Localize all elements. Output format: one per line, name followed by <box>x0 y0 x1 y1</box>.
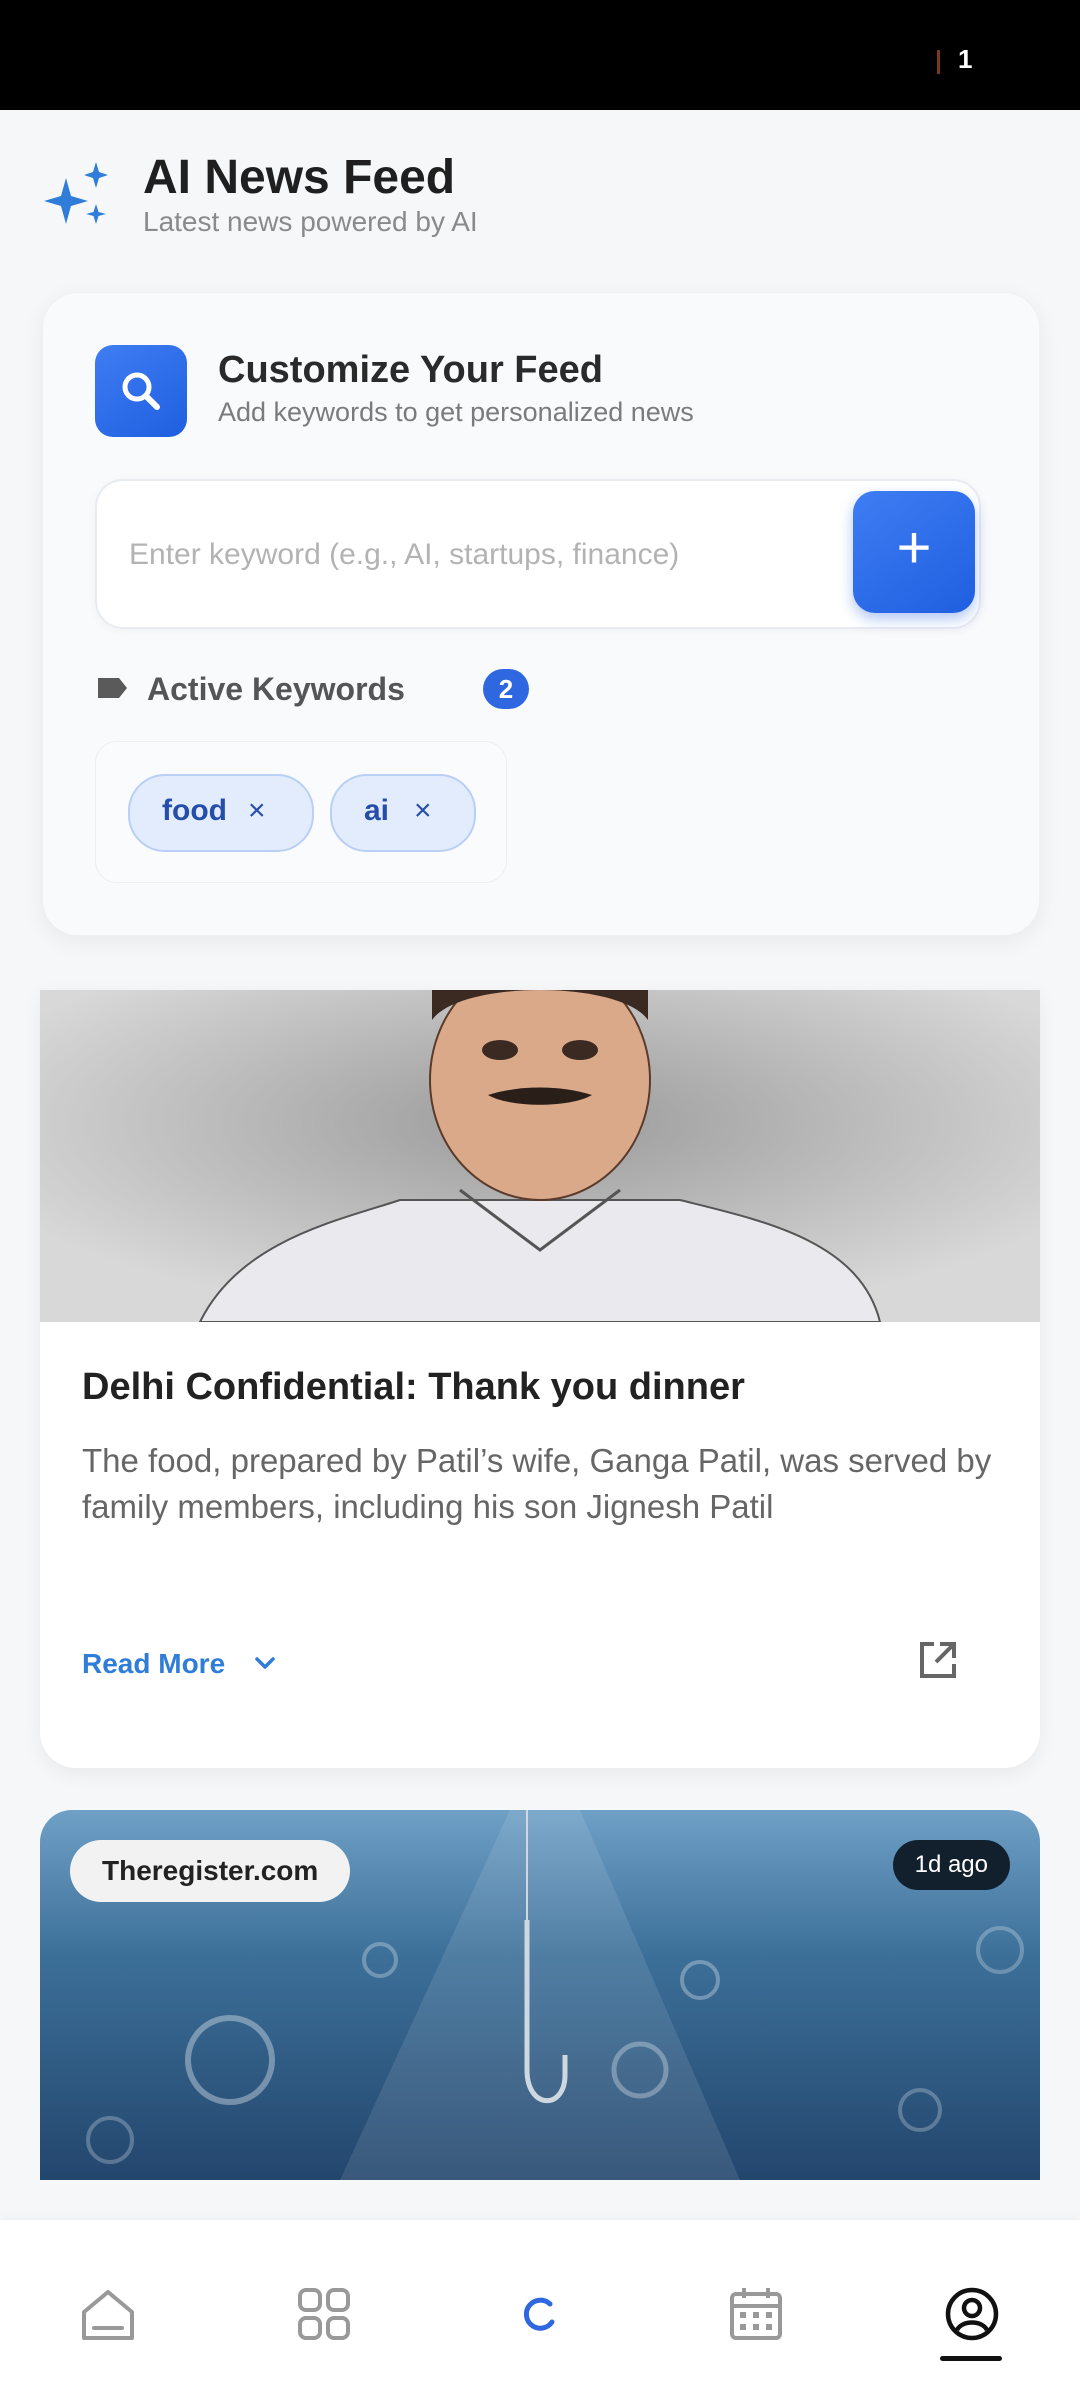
customize-title: Customize Your Feed <box>218 349 603 391</box>
article-title[interactable]: Delhi Confidential: Thank you dinner <box>82 1366 1002 1409</box>
read-more-button[interactable]: Read More <box>82 1648 225 1680</box>
keyword-chip-list: food × ai × <box>95 741 507 883</box>
status-bar: 1 <box>0 0 1080 110</box>
status-indicator-number: 1 <box>958 44 973 74</box>
page-title: AI News Feed <box>143 151 456 204</box>
sparkle-icon <box>44 162 108 224</box>
tag-icon <box>98 678 127 698</box>
signal-indicator <box>937 50 940 74</box>
add-keyword-button[interactable]: + <box>853 491 975 613</box>
remove-keyword-icon[interactable]: × <box>248 794 266 828</box>
search-icon <box>122 372 160 410</box>
keyword-count-badge: 2 <box>483 669 529 709</box>
page-subtitle: Latest news powered by AI <box>143 206 478 237</box>
keyword-input-container: + <box>95 479 981 629</box>
bottom-navigation <box>0 2220 1080 2400</box>
keyword-input[interactable] <box>127 511 831 599</box>
keyword-chip: food × <box>128 774 314 852</box>
remove-keyword-icon[interactable]: × <box>414 794 432 828</box>
time-badge: 1d ago <box>892 1840 1010 1890</box>
active-keywords-row: Active Keywords 2 <box>95 665 595 715</box>
customize-subtitle: Add keywords to get personalized news <box>218 397 694 427</box>
calendar-icon[interactable] <box>726 2284 786 2344</box>
active-tab-indicator <box>940 2356 1002 2361</box>
news-card[interactable]: Theregister.com 1d ago <box>40 1810 1040 2180</box>
news-card[interactable]: Delhi Confidential: Thank you dinner The… <box>40 990 1040 1768</box>
profile-icon[interactable] <box>942 2284 1002 2344</box>
source-badge: Theregister.com <box>70 1840 351 1902</box>
active-keywords-label: Active Keywords <box>147 671 405 707</box>
loading-icon[interactable] <box>510 2284 570 2344</box>
app-header: AI News Feed Latest news powered by AI <box>40 150 1040 250</box>
keyword-chip-label: food <box>162 794 227 827</box>
portrait-illustration <box>40 990 1040 1323</box>
grid-icon[interactable] <box>294 2284 354 2344</box>
home-icon[interactable] <box>78 2284 138 2344</box>
news-image <box>40 990 1040 1323</box>
keyword-chip: ai × <box>330 774 476 852</box>
keyword-chip-label: ai <box>364 794 390 827</box>
customize-feed-card: Customize Your Feed Add keywords to get … <box>42 292 1040 936</box>
article-description: The food, prepared by Patil’s wife, Gang… <box>82 1442 992 1525</box>
chevron-down-icon[interactable] <box>252 1650 278 1676</box>
plus-icon: + <box>896 514 932 581</box>
open-external-icon[interactable] <box>914 1636 962 1684</box>
search-tile <box>95 345 187 437</box>
